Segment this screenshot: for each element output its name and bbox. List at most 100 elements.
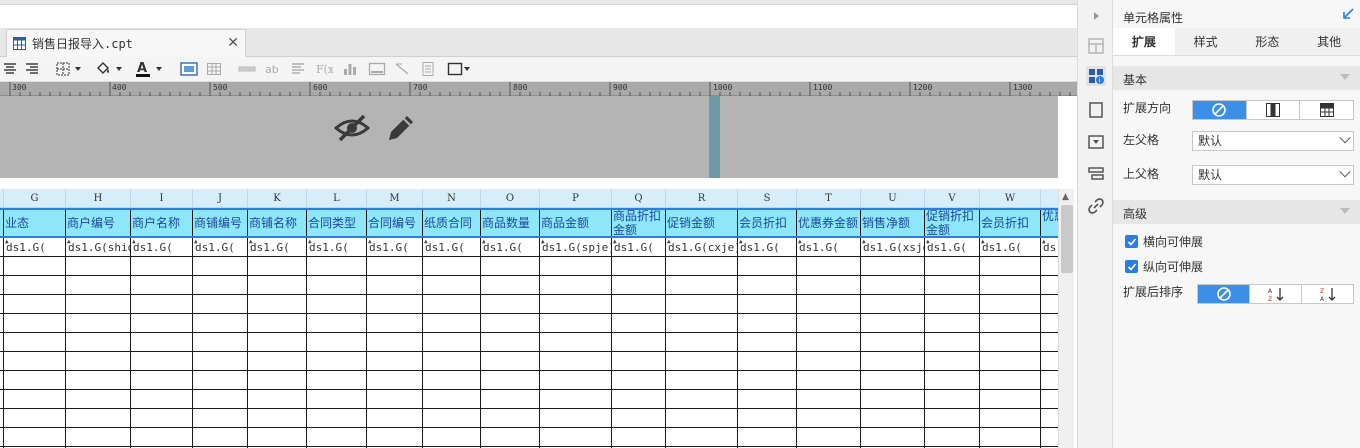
- column-header[interactable]: T: [797, 189, 861, 208]
- column-header[interactable]: J: [193, 189, 248, 208]
- data-cell[interactable]: ▲ ds1.G(: [248, 238, 307, 257]
- page-break-line[interactable]: [709, 96, 720, 178]
- data-cell[interactable]: ▲ ds1.G(xsje: [861, 238, 925, 257]
- column-header[interactable]: [1041, 189, 1058, 208]
- data-cell[interactable]: ▲ ds1.G(shid: [66, 238, 131, 257]
- align-right-icon[interactable]: [24, 60, 40, 78]
- header-cell[interactable]: 促销折扣金额: [925, 208, 980, 238]
- sort-none-button[interactable]: [1198, 285, 1250, 303]
- header-cell[interactable]: 商品金额: [540, 208, 612, 238]
- column-header[interactable]: L: [307, 189, 367, 208]
- header-cell[interactable]: 会员折扣: [980, 208, 1041, 238]
- dropdown-widget-icon[interactable]: [1086, 132, 1106, 152]
- widget-icon[interactable]: [1086, 100, 1106, 120]
- tab-style[interactable]: 样式: [1174, 28, 1237, 55]
- scroll-up-icon[interactable]: ▲: [1062, 192, 1069, 202]
- data-cell[interactable]: ▲ ds1.G(: [797, 238, 861, 257]
- cell-attribute-tab[interactable]: i: [1086, 66, 1106, 86]
- tab-other[interactable]: 其他: [1298, 28, 1360, 55]
- data-cell[interactable]: ▲ ds1.G(: [307, 238, 367, 257]
- column-header[interactable]: Q: [612, 189, 666, 208]
- header-cell[interactable]: 优惠额: [1041, 208, 1058, 238]
- image-cell-icon[interactable]: [368, 60, 386, 78]
- tab-expand[interactable]: 扩展: [1113, 28, 1175, 55]
- data-cell[interactable]: ▲ ds1.G(: [367, 238, 423, 257]
- header-cell[interactable]: 商铺名称: [248, 208, 307, 238]
- data-cell[interactable]: ▲ ds1.G(: [481, 238, 540, 257]
- scrollbar-thumb[interactable]: [1061, 205, 1073, 273]
- column-header[interactable]: R: [666, 189, 738, 208]
- sort-descending-button[interactable]: ZA: [1302, 285, 1353, 303]
- header-cell[interactable]: 业态: [4, 208, 66, 238]
- data-cell[interactable]: ▲ ds1.G(: [738, 238, 797, 257]
- basic-section-header[interactable]: 基本: [1113, 66, 1360, 90]
- header-cell[interactable]: 促销金额: [666, 208, 738, 238]
- collapse-arrow-icon[interactable]: [1086, 6, 1106, 26]
- data-cell[interactable]: ▲ ds1.G(cxje): [666, 238, 738, 257]
- header-cell[interactable]: 商品数量: [481, 208, 540, 238]
- chart-icon[interactable]: [342, 60, 358, 78]
- header-cell[interactable]: 商户名称: [131, 208, 193, 238]
- column-header[interactable]: I: [131, 189, 193, 208]
- data-cell[interactable]: ▲ ds1.G(: [423, 238, 481, 257]
- expand-vertical-button[interactable]: [1247, 101, 1301, 119]
- column-header[interactable]: G: [4, 189, 66, 208]
- data-cell[interactable]: ▲ ds1.G(: [980, 238, 1041, 257]
- fill-color-icon[interactable]: [94, 60, 124, 78]
- empty-cell-grid[interactable]: [0, 257, 1058, 448]
- document-tab[interactable]: 销售日报导入.cpt ✕: [6, 29, 246, 57]
- column-header[interactable]: S: [738, 189, 797, 208]
- expand-none-button[interactable]: [1193, 101, 1247, 119]
- subreport-icon[interactable]: [420, 60, 436, 78]
- upper-parent-select[interactable]: 默认: [1192, 165, 1354, 185]
- align-center-icon[interactable]: [2, 60, 18, 78]
- column-header[interactable]: O: [481, 189, 540, 208]
- data-cell[interactable]: ▲ ds1.G(: [612, 238, 666, 257]
- column-header[interactable]: M: [367, 189, 423, 208]
- data-cell[interactable]: ▲ ds1.G(spje): [540, 238, 612, 257]
- header-cell[interactable]: 会员折扣: [738, 208, 797, 238]
- data-cell[interactable]: ▲ ds1.G(: [925, 238, 980, 257]
- formula-icon[interactable]: F(x): [315, 60, 333, 78]
- tab-form[interactable]: 形态: [1236, 28, 1299, 55]
- left-parent-select[interactable]: 默认: [1192, 131, 1354, 151]
- close-tab-icon[interactable]: ✕: [227, 35, 239, 51]
- header-cell[interactable]: 合同编号: [367, 208, 423, 238]
- text-icon[interactable]: ab: [264, 60, 282, 78]
- column-header[interactable]: W: [980, 189, 1041, 208]
- insert-slash-icon[interactable]: [238, 60, 256, 78]
- report-header-area[interactable]: [0, 96, 1058, 178]
- hyperlink-icon[interactable]: [1086, 196, 1106, 216]
- column-header[interactable]: U: [861, 189, 925, 208]
- header-cell[interactable]: 商户编号: [66, 208, 131, 238]
- data-cell[interactable]: ▲ ds1.G(: [131, 238, 193, 257]
- expand-horizontal-button[interactable]: [1300, 101, 1353, 119]
- vertical-expand-checkbox[interactable]: 纵向可伸展: [1125, 258, 1203, 275]
- panel-dock-icon[interactable]: [1342, 8, 1354, 20]
- condition-attribute-icon[interactable]: [1086, 164, 1106, 184]
- data-cell[interactable]: ▲ ds: [1041, 238, 1058, 257]
- header-cell[interactable]: 商铺编号: [193, 208, 248, 238]
- advanced-section-header[interactable]: 高级: [1113, 200, 1360, 224]
- horizontal-expand-checkbox[interactable]: 横向可伸展: [1125, 233, 1203, 250]
- vertical-scrollbar[interactable]: ▲: [1058, 189, 1074, 448]
- data-cell[interactable]: ▲ ds1.G(: [4, 238, 66, 257]
- header-cell[interactable]: 商品折扣金额: [612, 208, 666, 238]
- header-cell[interactable]: 优惠券金额: [797, 208, 861, 238]
- data-cell[interactable]: ▲ ds1.G(: [193, 238, 248, 257]
- insert-table-icon[interactable]: [206, 60, 222, 78]
- column-header[interactable]: V: [925, 189, 980, 208]
- header-cell[interactable]: 纸质合同: [423, 208, 481, 238]
- insert-image-icon[interactable]: [180, 60, 198, 78]
- column-header[interactable]: P: [540, 189, 612, 208]
- hide-eye-icon[interactable]: [334, 112, 370, 144]
- font-color-icon[interactable]: A: [134, 60, 164, 78]
- border-style-icon[interactable]: [55, 60, 83, 78]
- header-cell[interactable]: 合同类型: [307, 208, 367, 238]
- paragraph-icon[interactable]: [290, 60, 306, 78]
- sort-ascending-button[interactable]: AZ: [1250, 285, 1302, 303]
- border-all-icon[interactable]: [447, 60, 473, 78]
- header-cell[interactable]: 销售净额: [861, 208, 925, 238]
- cell-element-icon[interactable]: [1086, 36, 1106, 56]
- diagonal-icon[interactable]: [394, 60, 410, 78]
